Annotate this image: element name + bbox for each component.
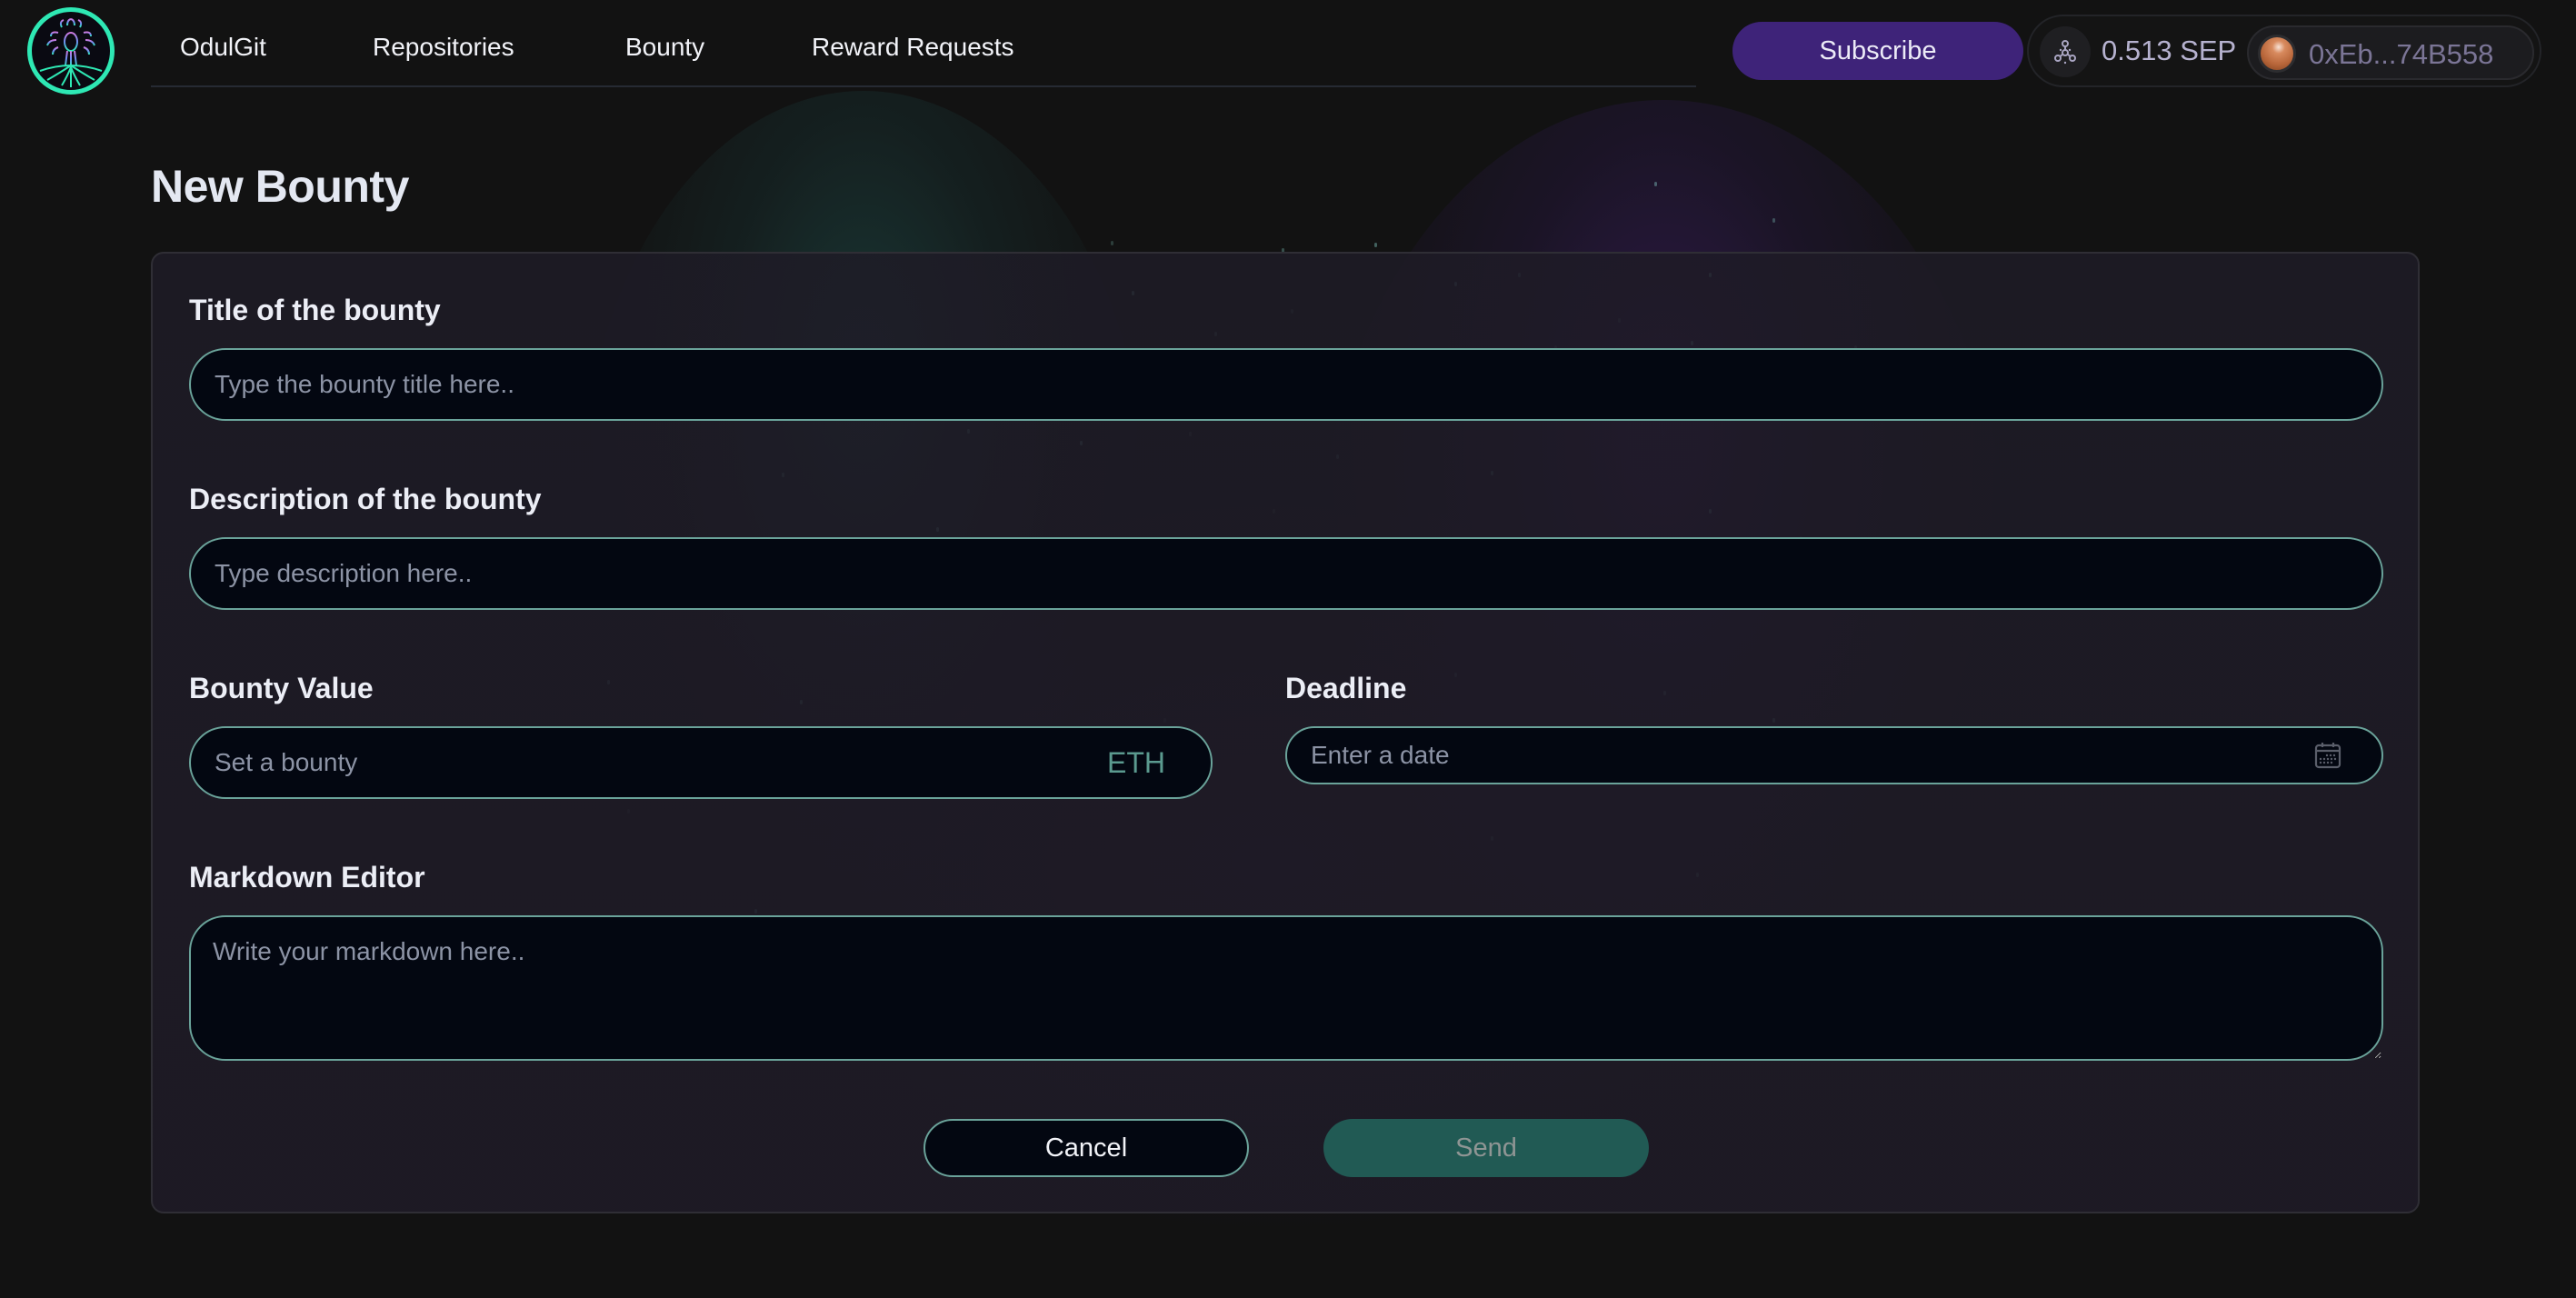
send-button[interactable]: Send — [1323, 1119, 1649, 1177]
new-bounty-form: Title of the bounty Description of the b… — [151, 252, 2420, 1213]
account-avatar — [2258, 35, 2296, 73]
title-label: Title of the bounty — [189, 294, 441, 326]
subscribe-button[interactable]: Subscribe — [1732, 22, 2023, 80]
page-title: New Bounty — [151, 161, 409, 212]
account-button[interactable]: 0xEb...74B558 — [2247, 25, 2534, 80]
odulgit-logo[interactable] — [27, 7, 115, 95]
markdown-editor[interactable] — [189, 915, 2383, 1061]
markdown-label: Markdown Editor — [189, 861, 425, 894]
bounty-value-label: Bounty Value — [189, 672, 374, 704]
nav-bounty[interactable]: Bounty — [625, 33, 704, 62]
deadline-input[interactable] — [1285, 726, 2383, 784]
top-navbar: OdulGit Repositories Bounty Reward Reque… — [0, 0, 2576, 100]
deadline-label: Deadline — [1285, 672, 1407, 704]
page: OdulGit Repositories Bounty Reward Reque… — [0, 0, 2576, 1298]
nav-divider — [151, 85, 1696, 87]
tree-face-logo-icon — [39, 18, 103, 87]
network-selector[interactable] — [2040, 26, 2091, 77]
wallet-panel: 0.513 SEP 0xEb...74B558 — [2027, 15, 2541, 87]
description-input[interactable] — [189, 537, 2383, 610]
description-label: Description of the bounty — [189, 483, 542, 515]
bounty-value-input[interactable] — [189, 726, 1213, 799]
currency-unit: ETH — [1107, 746, 1165, 779]
star-speck — [1111, 241, 1113, 245]
star-speck — [1772, 218, 1775, 223]
nav-repositories[interactable]: Repositories — [373, 33, 514, 62]
wallet-balance: 0.513 SEP — [2102, 35, 2237, 66]
nav-odulgit[interactable]: OdulGit — [180, 33, 266, 62]
star-speck — [1374, 243, 1377, 247]
cancel-button[interactable]: Cancel — [924, 1119, 1249, 1177]
wallet-address: 0xEb...74B558 — [2309, 38, 2494, 70]
nav-reward-requests[interactable]: Reward Requests — [812, 33, 1014, 62]
calendar-icon[interactable] — [2312, 740, 2343, 771]
title-input[interactable] — [189, 348, 2383, 421]
main-nav: OdulGit Repositories Bounty Reward Reque… — [151, 0, 1696, 87]
star-speck — [1654, 182, 1657, 186]
network-icon — [2054, 40, 2076, 65]
